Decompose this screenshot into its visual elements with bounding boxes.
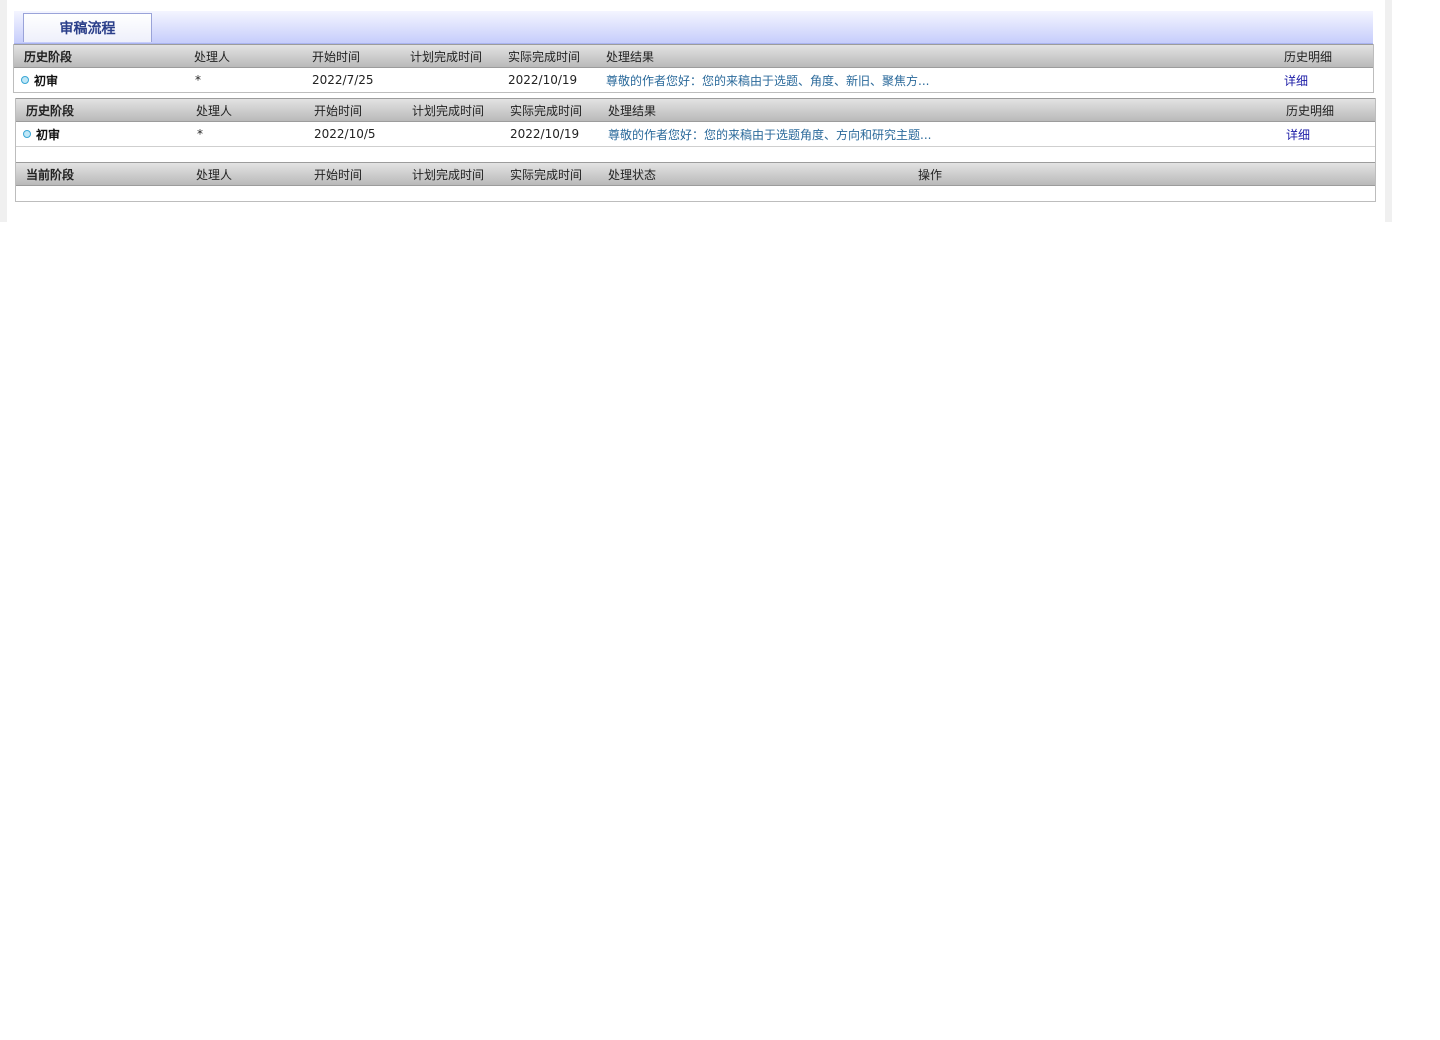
col-actual-time: 实际完成时间	[510, 103, 583, 118]
history-table-2: 历史阶段 处理人 开始时间 计划完成时间 实际完成时间 处理结果 历史明细 初审…	[15, 98, 1376, 162]
col-actual-time: 实际完成时间	[510, 167, 583, 182]
stage-label: 初审	[34, 73, 59, 88]
start-time-cell: 2022/7/25	[312, 73, 374, 87]
start-time-cell: 2022/10/5	[314, 127, 376, 141]
col-status: 处理状态	[608, 167, 657, 182]
handler-cell: *	[197, 127, 203, 141]
col-actual-time: 实际完成时间	[508, 49, 581, 64]
col-result: 处理结果	[608, 103, 657, 118]
col-handler: 处理人	[196, 167, 233, 182]
col-planned-time: 计划完成时间	[410, 49, 483, 64]
detail-link[interactable]: 详细	[1284, 68, 1308, 92]
col-start-time: 开始时间	[312, 49, 361, 64]
spacer-row	[16, 147, 1375, 162]
result-link[interactable]: 尊敬的作者您好：您的来稿由于选题、角度、新旧、聚焦方...	[606, 68, 929, 92]
col-start-time: 开始时间	[314, 167, 363, 182]
circle-bullet-icon	[23, 130, 31, 138]
actual-time-cell: 2022/10/19	[508, 73, 578, 87]
col-action: 操作	[918, 167, 943, 182]
col-planned-time: 计划完成时间	[412, 167, 485, 182]
stage-label: 初审	[36, 127, 61, 142]
col-planned-time: 计划完成时间	[412, 103, 485, 118]
col-current-stage: 当前阶段	[26, 167, 75, 182]
stage-cell: 初审	[23, 122, 60, 146]
handler-cell: *	[195, 73, 201, 87]
history-table-1: 历史阶段 处理人 开始时间 计划完成时间 实际完成时间 处理结果 历史明细 初审…	[13, 44, 1374, 93]
col-handler: 处理人	[194, 49, 231, 64]
col-history-stage: 历史阶段	[26, 103, 75, 118]
col-result: 处理结果	[606, 49, 655, 64]
stage-cell: 初审	[21, 68, 58, 92]
current-table-header: 当前阶段 处理人 开始时间 计划完成时间 实际完成时间 处理状态 操作	[16, 162, 1375, 186]
col-handler: 处理人	[196, 103, 233, 118]
current-stage-table: 当前阶段 处理人 开始时间 计划完成时间 实际完成时间 处理状态 操作	[15, 162, 1376, 202]
detail-link[interactable]: 详细	[1286, 122, 1310, 146]
circle-bullet-icon	[21, 76, 29, 84]
history-table-header: 历史阶段 处理人 开始时间 计划完成时间 实际完成时间 处理结果 历史明细	[16, 98, 1375, 122]
table-row: 初审 * 2022/7/25 2022/10/19 尊敬的作者您好：您的来稿由于…	[14, 68, 1373, 92]
empty-row	[16, 186, 1375, 201]
col-history-detail: 历史明细	[1284, 49, 1333, 64]
result-link[interactable]: 尊敬的作者您好：您的来稿由于选题角度、方向和研究主题...	[608, 122, 931, 146]
col-start-time: 开始时间	[314, 103, 363, 118]
actual-time-cell: 2022/10/19	[510, 127, 580, 141]
tab-review-process[interactable]: 审稿流程	[23, 13, 152, 42]
history-table-header: 历史阶段 处理人 开始时间 计划完成时间 实际完成时间 处理结果 历史明细	[14, 44, 1373, 68]
col-history-detail: 历史明细	[1286, 103, 1335, 118]
col-history-stage: 历史阶段	[24, 49, 73, 64]
table-row: 初审 * 2022/10/5 2022/10/19 尊敬的作者您好：您的来稿由于…	[16, 122, 1375, 147]
tab-bar: 审稿流程	[14, 11, 1373, 45]
